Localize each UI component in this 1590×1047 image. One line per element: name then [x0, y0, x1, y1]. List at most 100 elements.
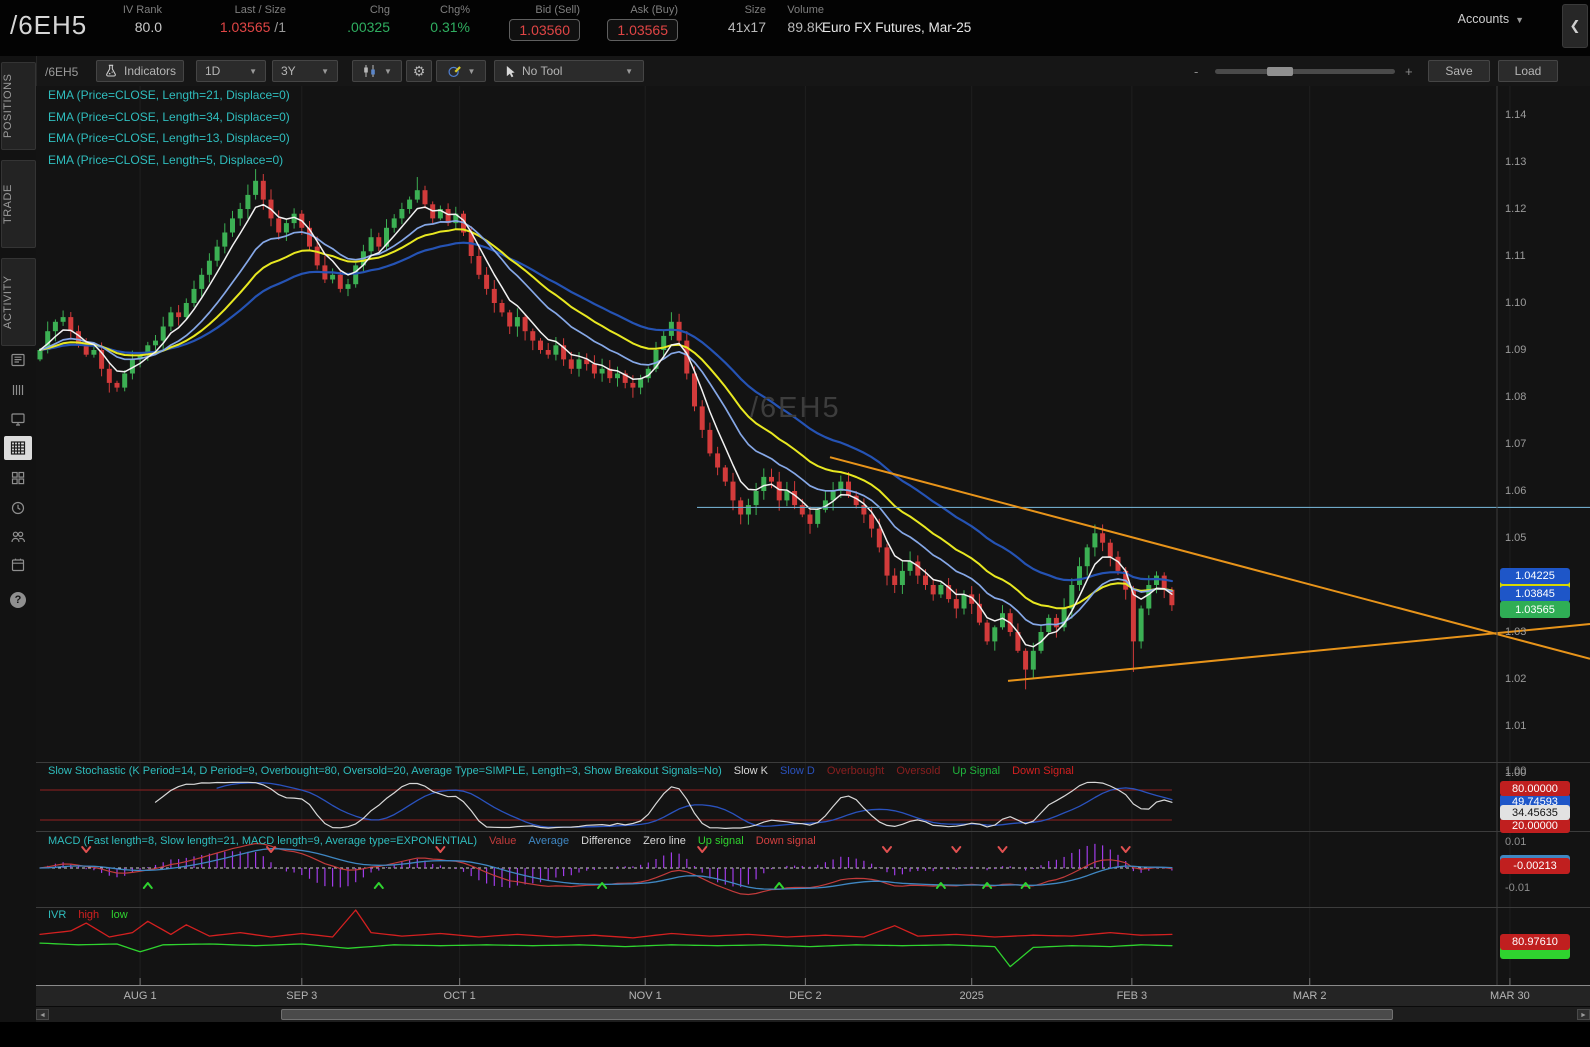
- price-axis-label: 1.09: [1505, 344, 1527, 356]
- chart-type-button[interactable]: ▼: [352, 60, 402, 82]
- quote-value-size: 41x17: [727, 19, 766, 35]
- quote-value-bid[interactable]: 1.03560: [509, 19, 580, 41]
- zoom-in-button[interactable]: +: [1405, 64, 1413, 79]
- price-axis-label: 1.11: [1505, 250, 1526, 262]
- ema34-bubble: 1.04225: [1500, 568, 1570, 584]
- price-axis-label: 1.10: [1505, 297, 1527, 309]
- sidebar-tab-activity[interactable]: ACTIVITY: [1, 258, 36, 346]
- quote-field-volume: Volume 89.8K: [772, 4, 824, 35]
- date-axis-label: NOV 1: [628, 990, 662, 1002]
- trading-platform: /6EH5 IV Rank 80.0 Last / Size 1.03565 /1 Ch…: [0, 0, 1590, 1047]
- chart-settings-button[interactable]: ⚙: [406, 60, 432, 82]
- chevron-down-icon: ▼: [384, 66, 392, 76]
- date-axis-label: OCT 1: [443, 990, 476, 1002]
- stoch-row-legend-item[interactable]: Oversold: [896, 765, 940, 777]
- stoch-row-title[interactable]: Slow Stochastic (K Period=14, D Period=9…: [48, 765, 722, 777]
- quote-label-chg: Chg: [369, 4, 390, 16]
- chart-canvas[interactable]: [36, 86, 1590, 985]
- sidebar-calendar-icon[interactable]: [4, 553, 32, 577]
- macd-row: MACD (Fast length=8, Slow length=21, MAC…: [48, 835, 816, 847]
- scrollbar-thumb[interactable]: [281, 1009, 1393, 1020]
- accounts-dropdown[interactable]: Accounts ▼: [1458, 12, 1524, 26]
- stoch-row-legend-item[interactable]: Overbought: [827, 765, 884, 777]
- macd-row-legend-item[interactable]: Down signal: [756, 835, 816, 847]
- toolbar-symbol: /6EH5: [45, 65, 79, 79]
- macd-row-legend-item[interactable]: Zero line: [643, 835, 686, 847]
- stoch-row-legend-item[interactable]: Slow K: [734, 765, 768, 777]
- chevron-down-icon: ▼: [249, 66, 257, 76]
- sidebar-dashboard-icon[interactable]: [4, 466, 32, 490]
- zoom-slider[interactable]: [1215, 67, 1395, 76]
- quote-value-ask[interactable]: 1.03565: [607, 19, 678, 41]
- ema-study-label[interactable]: EMA (Price=CLOSE, Length=21, Displace=0): [48, 88, 290, 102]
- ema-study-label[interactable]: EMA (Price=CLOSE, Length=13, Displace=0): [48, 131, 290, 145]
- oversold-bubble: 20.00000: [1500, 818, 1570, 833]
- stoch-row-legend-item[interactable]: Down Signal: [1012, 765, 1074, 777]
- people-icon: [11, 531, 25, 543]
- news-icon: [11, 353, 25, 367]
- price-axis-label: 1.12: [1505, 203, 1527, 215]
- scroll-right-button[interactable]: ►: [1577, 1009, 1590, 1020]
- sidebar-news-icon[interactable]: [4, 348, 32, 372]
- calendar-icon: [11, 558, 25, 572]
- macd-row-legend-item[interactable]: Value: [489, 835, 516, 847]
- left-sidebar: POSITIONS TRADE ACTIVITY?: [0, 56, 37, 1047]
- ema-study-label[interactable]: EMA (Price=CLOSE, Length=34, Displace=0): [48, 110, 290, 124]
- flask-icon: [106, 64, 116, 77]
- date-axis-label: 2025: [959, 990, 984, 1002]
- quote-field-size: Size 41x17: [714, 4, 766, 35]
- sidebar-chart-grid-icon[interactable]: [4, 436, 32, 460]
- price-axis-label: 1.02: [1505, 673, 1527, 685]
- range-dropdown[interactable]: 3Y ▼: [272, 60, 338, 82]
- date-axis-label: DEC 2: [789, 990, 822, 1002]
- instrument-description: Euro FX Futures, Mar-25: [822, 20, 972, 35]
- monitor-icon: [11, 413, 25, 426]
- date-axis-label: FEB 3: [1116, 990, 1148, 1002]
- header-symbol: /6EH5: [10, 10, 88, 40]
- price-axis-label: 1.01: [1505, 720, 1527, 732]
- stoch-row-legend-item[interactable]: Up Signal: [952, 765, 1000, 777]
- cursor-icon: [506, 65, 515, 77]
- sidebar-list-icon[interactable]: [4, 378, 32, 402]
- sidebar-help-icon[interactable]: ?: [4, 588, 32, 612]
- macd-row-legend-item[interactable]: Average: [528, 835, 569, 847]
- sidebar-tab-trade[interactable]: TRADE: [1, 160, 36, 248]
- sidebar-clock-icon[interactable]: [4, 496, 32, 520]
- list-icon: [12, 385, 24, 395]
- active-tool-dropdown[interactable]: No Tool ▼: [494, 60, 644, 82]
- zoom-slider-thumb[interactable]: [1267, 67, 1293, 76]
- load-button[interactable]: Load: [1498, 60, 1558, 82]
- stoch-axis-label: 1.00: [1505, 765, 1527, 777]
- ivr-row-legend-item[interactable]: IVR: [48, 909, 66, 921]
- bottom-strip: [0, 1022, 1590, 1047]
- ema13-bubble: 1.03845: [1500, 586, 1570, 602]
- quote-label-volume: Volume: [787, 4, 824, 16]
- indicators-button[interactable]: Indicators: [96, 60, 184, 82]
- chart-scrollbar[interactable]: ◄ ►: [36, 1006, 1590, 1022]
- chevron-down-icon: ▼: [467, 66, 476, 76]
- macd-value-bubble: -0.00213: [1500, 858, 1570, 874]
- quote-value-chg-pct: 0.31%: [430, 19, 470, 35]
- price-axis-label: 1.03: [1505, 626, 1527, 638]
- gear-icon: ⚙: [412, 62, 426, 79]
- scroll-left-button[interactable]: ◄: [36, 1009, 49, 1020]
- macd-row-legend-item[interactable]: Difference: [581, 835, 631, 847]
- ivr-row-legend-item[interactable]: high: [78, 909, 99, 921]
- quote-field-iv-rank: IV Rank 80.0: [100, 4, 162, 35]
- macd-row-legend-item[interactable]: Up signal: [698, 835, 744, 847]
- save-button[interactable]: Save: [1428, 60, 1490, 82]
- sidebar-people-icon[interactable]: [4, 525, 32, 549]
- quote-label-chg-pct: Chg%: [440, 4, 470, 16]
- zoom-out-button[interactable]: -: [1194, 64, 1198, 79]
- collapse-panel-button[interactable]: ❮: [1562, 4, 1588, 48]
- quote-field-chg: Chg .00325: [328, 4, 390, 35]
- quote-value-chg: .00325: [347, 19, 390, 35]
- timeframe-dropdown[interactable]: 1D ▼: [196, 60, 266, 82]
- macd-row-title[interactable]: MACD (Fast length=8, Slow length=21, MAC…: [48, 835, 477, 847]
- sidebar-monitor-icon[interactable]: [4, 407, 32, 431]
- drawing-tools-button[interactable]: ▼: [436, 60, 486, 82]
- ema-study-label[interactable]: EMA (Price=CLOSE, Length=5, Displace=0): [48, 153, 283, 167]
- stoch-row-legend-item[interactable]: Slow D: [780, 765, 815, 777]
- ivr-row-legend-item[interactable]: low: [111, 909, 128, 921]
- sidebar-tab-positions[interactable]: POSITIONS: [1, 62, 36, 150]
